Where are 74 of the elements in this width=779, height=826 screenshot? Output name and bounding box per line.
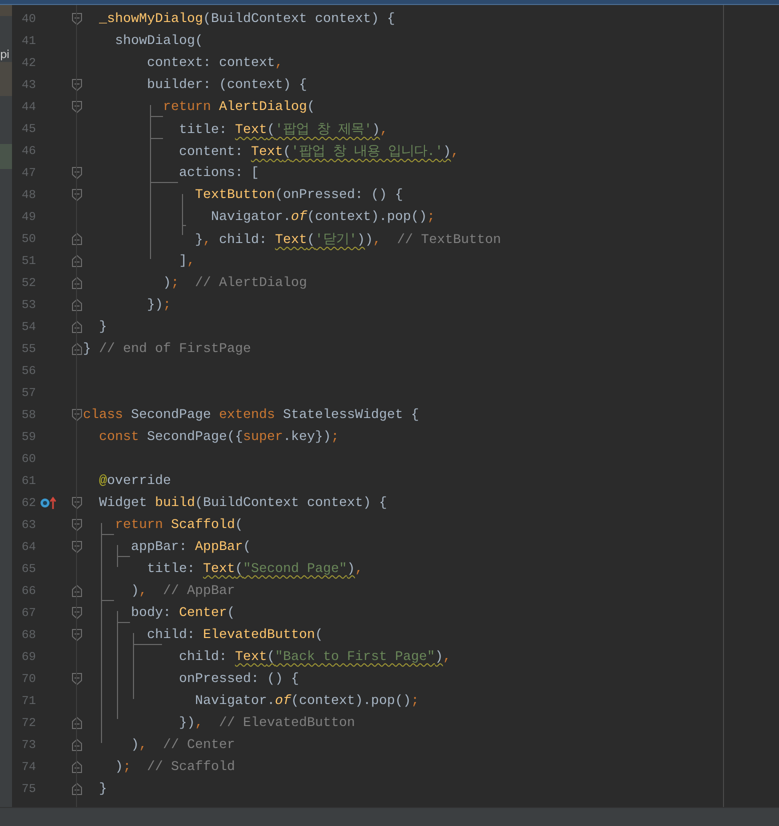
code-line: builder: (context) { [147, 78, 307, 92]
code-line: ), // AppBar [131, 584, 235, 598]
code-line: Navigator.of(context).pop(); [194, 694, 419, 708]
line-number: 57 [20, 386, 36, 400]
line-number: 74 [20, 760, 36, 774]
line-number: 63 [20, 518, 36, 532]
code-line: Navigator.of(context).pop(); [210, 210, 435, 224]
line-number: 61 [20, 474, 36, 488]
line-number: 67 [20, 606, 36, 620]
code-line: ], [178, 254, 195, 268]
tree-row-highlight [0, 144, 12, 169]
code-line: return AlertDialog( [162, 100, 315, 114]
code-line: ), // Center [131, 738, 235, 752]
code-line: onPressed: () { [178, 672, 299, 686]
line-number: 45 [20, 122, 36, 136]
line-number: 49 [20, 210, 36, 224]
code-line: const SecondPage({super.key}); [99, 430, 339, 444]
line-number: 55 [20, 342, 36, 356]
code-line: } // end of FirstPage [83, 342, 251, 356]
code-line: TextButton(onPressed: () { [194, 188, 403, 202]
line-number: 60 [20, 452, 36, 466]
code-line: ); // AlertDialog [162, 276, 307, 290]
line-number: 68 [20, 628, 36, 642]
code-line: title: Text("Second Page"), [147, 562, 363, 576]
code-line: content: Text('팝업 창 내용 입니다.'), [178, 144, 459, 160]
project-item[interactable]: pi [0, 48, 12, 62]
line-number: 56 [20, 364, 36, 378]
line-number: 75 [20, 782, 36, 796]
tree-row-highlight [0, 5, 12, 16]
line-number: 42 [20, 56, 36, 70]
line-number: 72 [20, 716, 36, 730]
line-number: 53 [20, 298, 36, 312]
code-line: showDialog( [115, 34, 203, 48]
code-line: Widget build(BuildContext context) { [99, 496, 387, 510]
code-line: _showMyDialog(BuildContext context) { [99, 12, 395, 26]
code-line: }), // ElevatedButton [178, 716, 355, 730]
line-number: 46 [20, 144, 36, 158]
code-line: context: context, [147, 56, 283, 70]
line-number: 70 [20, 672, 36, 686]
code-line: }); [147, 298, 171, 312]
line-number: 73 [20, 738, 36, 752]
override-marker-icon[interactable] [40, 496, 58, 510]
code-line: title: Text('팝업 창 제목'), [178, 122, 388, 138]
line-number: 64 [20, 540, 36, 554]
line-number: 47 [20, 166, 36, 180]
line-number: 54 [20, 320, 36, 334]
line-number: 40 [20, 12, 36, 26]
line-number: 66 [20, 584, 36, 598]
line-number: 59 [20, 430, 36, 444]
line-number: 58 [20, 408, 36, 422]
line-number: 48 [20, 188, 36, 202]
line-number: 51 [20, 254, 36, 268]
line-number: 62 [20, 496, 36, 510]
tree-row-highlight [0, 62, 12, 96]
line-number: 44 [20, 100, 36, 114]
code-line: child: ElevatedButton( [147, 628, 323, 642]
code-line: return Scaffold( [115, 518, 243, 532]
code-line: } [99, 782, 107, 796]
code-line: @override [99, 474, 171, 488]
line-number: 43 [20, 78, 36, 92]
code-line: child: Text("Back to First Page"), [178, 650, 451, 664]
code-line: } [99, 320, 107, 334]
line-number: 41 [20, 34, 36, 48]
line-number: 71 [20, 694, 36, 708]
line-number: 65 [20, 562, 36, 576]
code-line: class SecondPage extends StatelessWidget { [83, 408, 419, 422]
code-line: ); // Scaffold [115, 760, 235, 774]
code-line: actions: [ [178, 166, 259, 180]
code-line: }, child: Text('닫기')), // TextButton [194, 232, 501, 248]
line-number: 69 [20, 650, 36, 664]
code-line: body: Center( [131, 606, 235, 620]
code-line: appBar: AppBar( [131, 540, 251, 554]
line-number: 52 [20, 276, 36, 290]
line-number: 50 [20, 232, 36, 246]
